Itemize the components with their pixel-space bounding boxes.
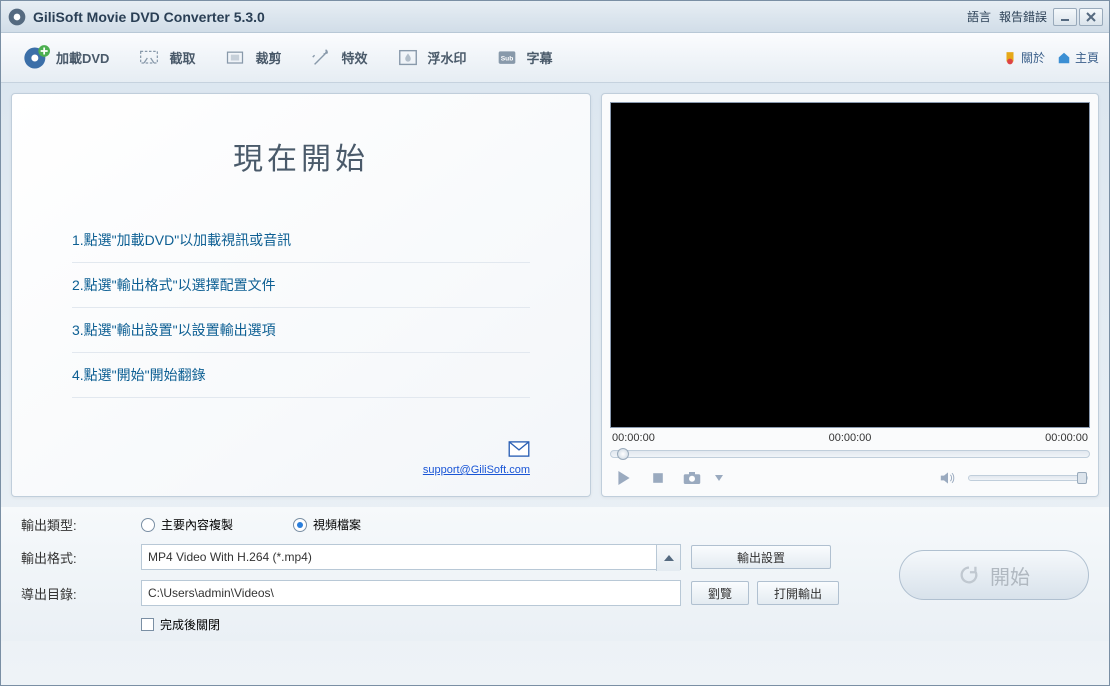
subtitle-label: 字幕 bbox=[527, 48, 553, 67]
refresh-icon bbox=[958, 564, 980, 586]
load-dvd-label: 加載DVD bbox=[56, 48, 109, 67]
magic-wand-icon bbox=[307, 47, 335, 69]
support-email-link[interactable]: support@GiliSoft.com bbox=[423, 464, 530, 476]
report-bug-link[interactable]: 報告錯誤 bbox=[999, 8, 1047, 25]
window-title: GiliSoft Movie DVD Converter 5.3.0 bbox=[33, 9, 967, 25]
subtitle-button[interactable]: Sub 字幕 bbox=[482, 42, 564, 74]
app-icon bbox=[7, 7, 27, 27]
output-format-combo[interactable]: MP4 Video With H.264 (*.mp4) bbox=[141, 544, 681, 570]
getting-started-panel: 現在開始 1.點選"加載DVD"以加載視訊或音訊 2.點選"輸出格式"以選擇配置… bbox=[11, 93, 591, 497]
about-link[interactable]: 關於 bbox=[1003, 49, 1045, 66]
effect-label: 特效 bbox=[341, 48, 367, 67]
step-item: 2.點選"輸出格式"以選擇配置文件 bbox=[72, 263, 530, 308]
crop-button[interactable]: 裁剪 bbox=[210, 42, 292, 74]
app-window: GiliSoft Movie DVD Converter 5.3.0 語言 報告… bbox=[0, 0, 1110, 686]
close-button[interactable] bbox=[1079, 8, 1103, 26]
content-area: 現在開始 1.點選"加載DVD"以加載視訊或音訊 2.點選"輸出格式"以選擇配置… bbox=[1, 83, 1109, 507]
start-button[interactable]: 開始 bbox=[899, 550, 1089, 600]
home-link[interactable]: 主頁 bbox=[1057, 49, 1099, 66]
disc-add-icon bbox=[22, 47, 50, 69]
start-button-label: 開始 bbox=[990, 561, 1030, 590]
toolbar: 加載DVD 截取 裁剪 特效 浮水印 bbox=[1, 33, 1109, 83]
time-end: 00:00:00 bbox=[1045, 432, 1088, 444]
badge-icon bbox=[1003, 51, 1017, 65]
output-settings-button[interactable]: 輸出設置 bbox=[691, 545, 831, 569]
load-dvd-button[interactable]: 加載DVD bbox=[11, 42, 120, 74]
mute-button[interactable] bbox=[936, 468, 960, 488]
titlebar: GiliSoft Movie DVD Converter 5.3.0 語言 報告… bbox=[1, 1, 1109, 33]
output-format-label: 輸出格式: bbox=[21, 548, 131, 567]
snapshot-dropdown[interactable] bbox=[714, 468, 724, 488]
scissors-icon bbox=[135, 47, 163, 69]
getting-started-title: 現在開始 bbox=[72, 134, 530, 178]
watermark-label: 浮水印 bbox=[428, 48, 467, 67]
output-type-label: 輸出類型: bbox=[21, 515, 131, 534]
play-button[interactable] bbox=[612, 468, 636, 488]
chevron-up-icon[interactable] bbox=[656, 545, 680, 571]
time-start: 00:00:00 bbox=[612, 432, 655, 444]
step-item: 1.點選"加載DVD"以加載視訊或音訊 bbox=[72, 218, 530, 263]
open-output-button[interactable]: 打開輸出 bbox=[757, 581, 839, 605]
support-link-area: support@GiliSoft.com bbox=[72, 441, 530, 476]
step-item: 3.點選"輸出設置"以設置輸出選項 bbox=[72, 308, 530, 353]
browse-button[interactable]: 劉覽 bbox=[691, 581, 749, 605]
svg-text:Sub: Sub bbox=[500, 55, 513, 62]
radio-main-label: 主要內容複製 bbox=[161, 516, 233, 533]
timestamps: 00:00:00 00:00:00 00:00:00 bbox=[610, 428, 1090, 448]
capture-label: 截取 bbox=[169, 48, 195, 67]
minimize-button[interactable] bbox=[1053, 8, 1077, 26]
stop-button[interactable] bbox=[646, 468, 670, 488]
language-link[interactable]: 語言 bbox=[967, 8, 991, 25]
subtitle-icon: Sub bbox=[493, 47, 521, 69]
crop-label: 裁剪 bbox=[255, 48, 281, 67]
steps-list: 1.點選"加載DVD"以加載視訊或音訊 2.點選"輸出格式"以選擇配置文件 3.… bbox=[72, 218, 530, 398]
volume-slider[interactable] bbox=[968, 475, 1088, 481]
home-icon bbox=[1057, 51, 1071, 65]
volume-thumb[interactable] bbox=[1077, 472, 1087, 484]
step-item: 4.點選"開始"開始翻錄 bbox=[72, 353, 530, 398]
radio-main-content-copy[interactable]: 主要內容複製 bbox=[141, 516, 233, 533]
snapshot-button[interactable] bbox=[680, 468, 704, 488]
output-format-value: MP4 Video With H.264 (*.mp4) bbox=[148, 550, 312, 564]
effect-button[interactable]: 特效 bbox=[296, 42, 378, 74]
radio-video-file[interactable]: 視頻檔案 bbox=[293, 516, 361, 533]
video-preview[interactable] bbox=[610, 102, 1090, 428]
capture-button[interactable]: 截取 bbox=[124, 42, 206, 74]
close-when-done-checkbox[interactable] bbox=[141, 618, 154, 631]
preview-panel: 00:00:00 00:00:00 00:00:00 bbox=[601, 93, 1099, 497]
player-controls bbox=[610, 464, 1090, 488]
radio-video-label: 視頻檔案 bbox=[313, 516, 361, 533]
export-dir-input[interactable]: C:\Users\admin\Videos\ bbox=[141, 580, 681, 606]
bottom-settings: 輸出類型: 主要內容複製 視頻檔案 輸出格式: MP4 Video With H… bbox=[1, 507, 1109, 641]
home-label: 主頁 bbox=[1075, 49, 1099, 66]
seek-thumb[interactable] bbox=[617, 448, 629, 460]
export-dir-label: 導出目錄: bbox=[21, 584, 131, 603]
export-dir-value: C:\Users\admin\Videos\ bbox=[148, 586, 274, 600]
watermark-button[interactable]: 浮水印 bbox=[383, 42, 478, 74]
close-when-done-label: 完成後關閉 bbox=[160, 616, 220, 633]
time-current: 00:00:00 bbox=[829, 432, 872, 444]
envelope-icon bbox=[508, 441, 530, 460]
crop-icon bbox=[221, 47, 249, 69]
about-label: 關於 bbox=[1021, 49, 1045, 66]
seek-slider[interactable] bbox=[610, 450, 1090, 458]
droplet-icon bbox=[394, 47, 422, 69]
